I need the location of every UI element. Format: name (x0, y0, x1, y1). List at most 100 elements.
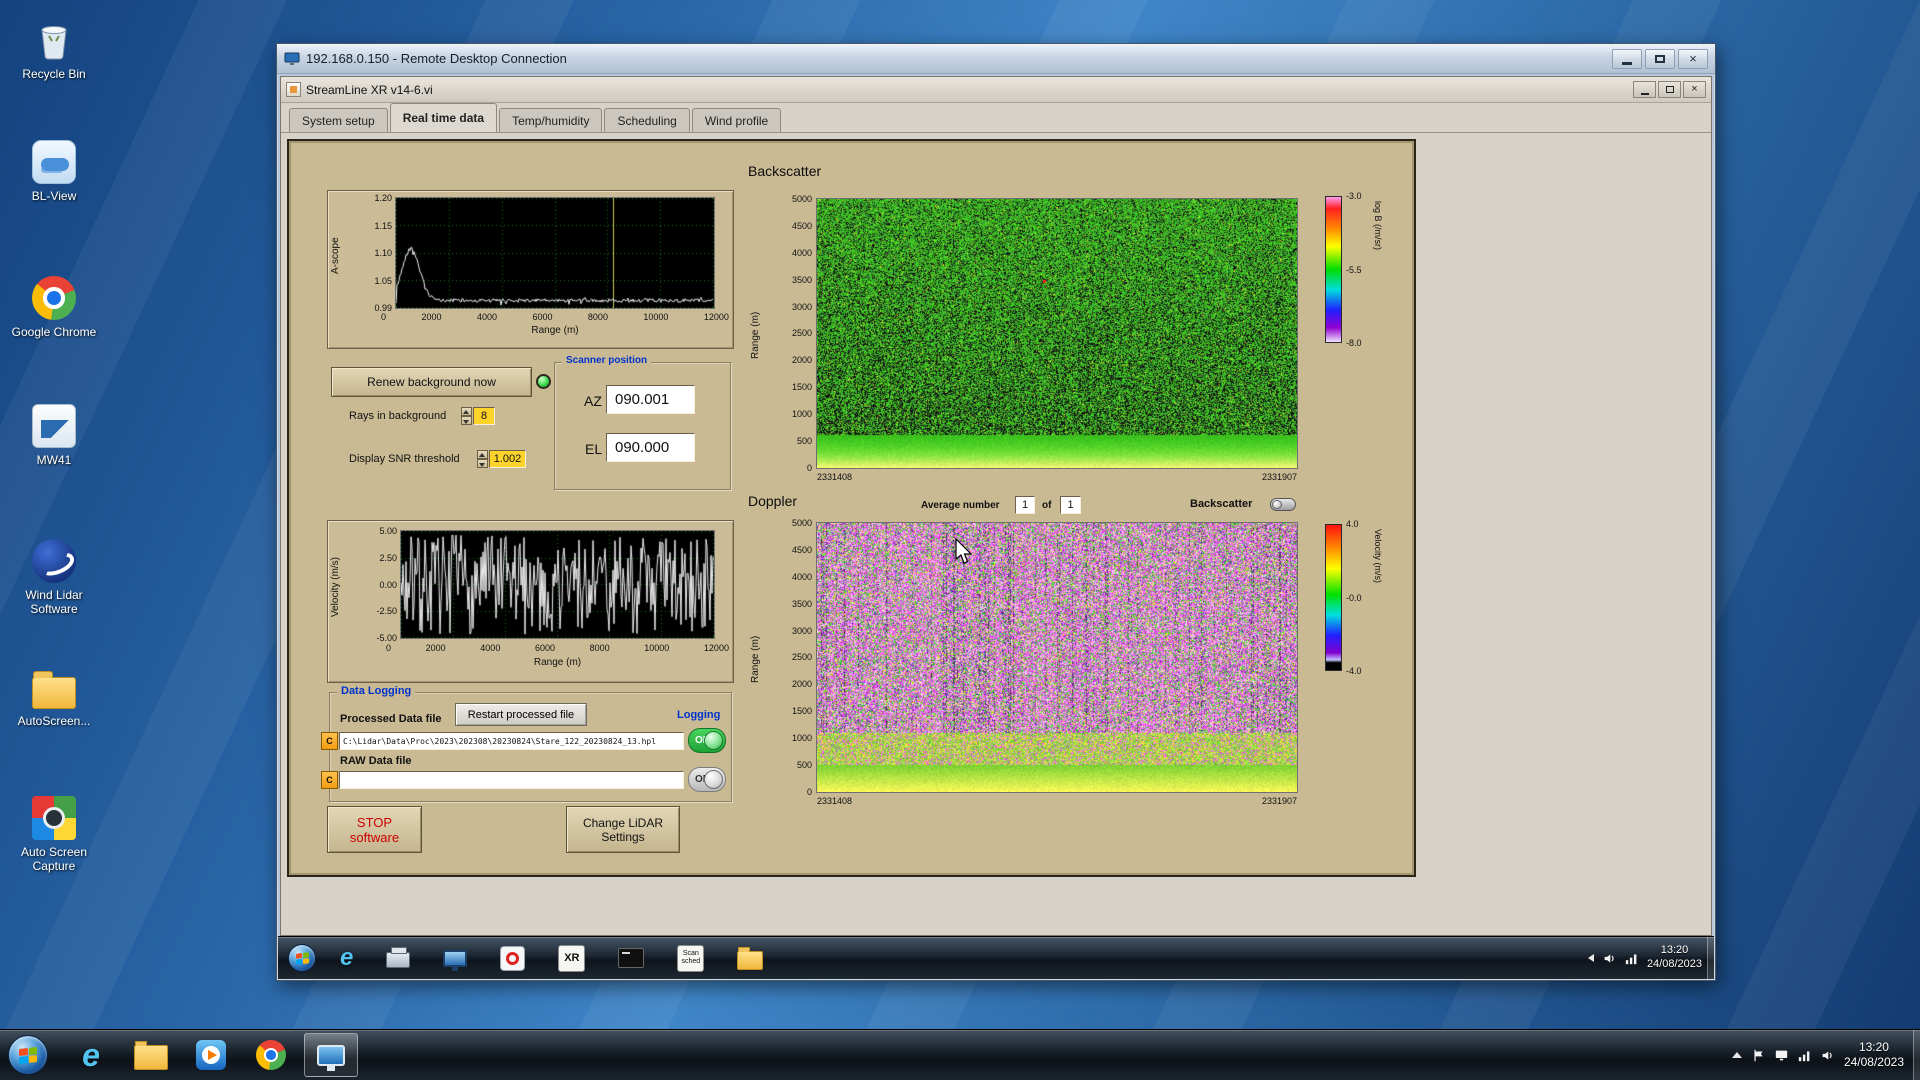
tab-scheduling[interactable]: Scheduling (604, 108, 690, 132)
tab-wind-profile[interactable]: Wind profile (691, 108, 782, 132)
tray-network-icon[interactable] (1798, 1049, 1811, 1062)
remote-explorer-icon[interactable] (737, 946, 764, 970)
remote-volume-icon[interactable] (1603, 952, 1616, 965)
remote-start-button[interactable] (288, 944, 316, 972)
desktop-icon-wind-lidar[interactable]: Wind Lidar Software (6, 539, 102, 617)
tray-volume-icon[interactable] (1821, 1049, 1834, 1062)
snr-spinner[interactable] (477, 450, 488, 468)
taskbar-rdp-button-active[interactable] (304, 1033, 358, 1077)
tray-expand-icon[interactable] (1731, 1052, 1742, 1058)
ie-icon: e (82, 1037, 100, 1073)
el-value[interactable]: 090.000 (606, 433, 695, 462)
tick-label: 3500 (791, 274, 812, 285)
tick-label: 5.00 (379, 526, 397, 536)
remote-show-desktop-button[interactable] (1707, 937, 1714, 979)
toggle-knob (1272, 500, 1282, 509)
desktop-icon-recycle-bin[interactable]: Recycle Bin (6, 18, 102, 81)
processed-path-input[interactable]: C:\Lidar\Data\Proc\2023\202308\20230824\… (339, 732, 684, 750)
windows-flag-icon (295, 951, 309, 965)
app-minimize-button[interactable] (1633, 81, 1656, 98)
rdp-titlebar[interactable]: 192.168.0.150 - Remote Desktop Connectio… (277, 44, 1715, 74)
raw-drive-box[interactable]: C (321, 771, 338, 789)
host-clock-time: 13:20 (1858, 1040, 1889, 1054)
backscatter-doppler-toggle[interactable] (1270, 498, 1296, 511)
renew-background-button[interactable]: Renew background now (331, 367, 532, 397)
restart-processed-file-button[interactable]: Restart processed file (455, 703, 587, 726)
remote-display-icon[interactable] (443, 949, 468, 971)
desktop-icon-bl-view[interactable]: BL-View (6, 140, 102, 203)
rdp-minimize-button[interactable] (1612, 48, 1642, 69)
tick-label: -3.0 (1346, 191, 1362, 201)
desktop-icon-label: BL-View (31, 189, 77, 203)
host-show-desktop-button[interactable] (1913, 1030, 1920, 1080)
app-titlebar[interactable]: StreamLine XR v14-6.vi × (281, 77, 1711, 103)
remote-ie-icon[interactable]: e (340, 946, 353, 970)
doppler-heatmap (816, 522, 1298, 793)
tick-label: 1500 (791, 382, 812, 393)
tick-label: 0 (381, 312, 387, 322)
velocity-plot (400, 530, 715, 639)
processed-drive-box[interactable]: C (321, 732, 338, 750)
doppler-x-ticks: 2331408 2331907 (817, 796, 1297, 806)
toggle-knob (704, 770, 723, 789)
tab-real-time-data[interactable]: Real time data (389, 103, 498, 132)
taskbar-media-player-button[interactable] (184, 1033, 238, 1077)
host-clock[interactable]: 13:20 24/08/2023 (1844, 1040, 1904, 1070)
desktop-icon-mw41[interactable]: MW41 (6, 404, 102, 467)
remote-clock[interactable]: 13:20 24/08/2023 (1647, 944, 1702, 972)
tick-label: 2000 (421, 312, 442, 322)
wind-lidar-icon (32, 539, 76, 583)
az-value[interactable]: 090.001 (606, 385, 695, 414)
remote-scan-sched-icon[interactable]: Scan sched (677, 944, 705, 972)
taskbar-chrome-button[interactable] (244, 1033, 298, 1077)
app-close-button[interactable]: × (1683, 81, 1706, 98)
app-restore-button[interactable] (1658, 81, 1681, 98)
tick-label: 2000 (791, 679, 812, 690)
remote-printer-icon[interactable] (386, 947, 411, 968)
average-of-value[interactable]: 1 (1060, 496, 1081, 514)
rays-in-background-value[interactable]: 8 (473, 407, 495, 425)
remote-xr-app-icon[interactable]: XR (558, 944, 586, 972)
average-number-label: Average number (921, 500, 1000, 511)
desktop-icon-auto-screen-capture[interactable]: Auto Screen Capture (6, 796, 102, 874)
average-number-value[interactable]: 1 (1015, 496, 1035, 514)
tick-label: 6000 (534, 643, 555, 653)
backscatter-graph: Range (m) 5000 4500 4000 3500 3000 2500 2000 15… (746, 190, 1322, 496)
remote-tray-expand-icon[interactable] (1587, 954, 1594, 962)
tray-monitor-icon[interactable] (1775, 1049, 1788, 1062)
app-window-title: StreamLine XR v14-6.vi (306, 82, 433, 97)
raw-path-input[interactable] (339, 771, 684, 789)
host-start-button[interactable] (8, 1035, 48, 1075)
taskbar-explorer-button[interactable] (124, 1033, 178, 1077)
tab-system-setup[interactable]: System setup (289, 108, 388, 132)
processed-logging-toggle[interactable]: ON (688, 728, 726, 753)
taskbar-ie-button[interactable]: e (64, 1033, 118, 1077)
backscatter-colorbar (1325, 196, 1342, 343)
remote-clock-date: 24/08/2023 (1646, 958, 1702, 970)
desktop-icon-google-chrome[interactable]: Google Chrome (6, 276, 102, 339)
raw-logging-toggle[interactable]: OFF (688, 767, 726, 792)
remote-network-icon[interactable] (1625, 952, 1638, 965)
tick-label: 8000 (587, 312, 608, 322)
rdp-maximize-button[interactable] (1645, 48, 1675, 69)
tick-label: 4500 (791, 544, 812, 555)
snr-threshold-value[interactable]: 1.002 (489, 450, 526, 468)
tray-flag-icon[interactable] (1752, 1049, 1765, 1062)
tick-label: 3500 (791, 598, 812, 609)
auto-screen-capture-icon (32, 796, 76, 840)
doppler-y-ticks: 5000 4500 4000 3500 3000 2500 2000 1500 1000 500 0 (772, 518, 812, 797)
tick-label: 12000 (703, 312, 729, 322)
backscatter-x-end: 2331907 (1261, 472, 1297, 482)
rdp-close-button[interactable]: × (1678, 48, 1708, 69)
folder-icon (32, 671, 76, 709)
remote-console-icon[interactable] (618, 948, 645, 968)
remote-power-off-icon[interactable] (500, 945, 526, 971)
tick-label: -4.0 (1346, 666, 1362, 676)
tab-temp-humidity[interactable]: Temp/humidity (499, 108, 603, 132)
change-lidar-settings-button[interactable]: Change LiDAR Settings (566, 806, 680, 853)
stop-software-button[interactable]: STOP software (327, 806, 422, 853)
rays-spinner[interactable] (461, 407, 472, 425)
desktop-icon-autoscreen-folder[interactable]: AutoScreen... (6, 667, 102, 728)
mw41-icon (32, 404, 76, 448)
desktop: { "rdp": { "title": "192.168.0.150 - Rem… (0, 0, 1920, 1080)
